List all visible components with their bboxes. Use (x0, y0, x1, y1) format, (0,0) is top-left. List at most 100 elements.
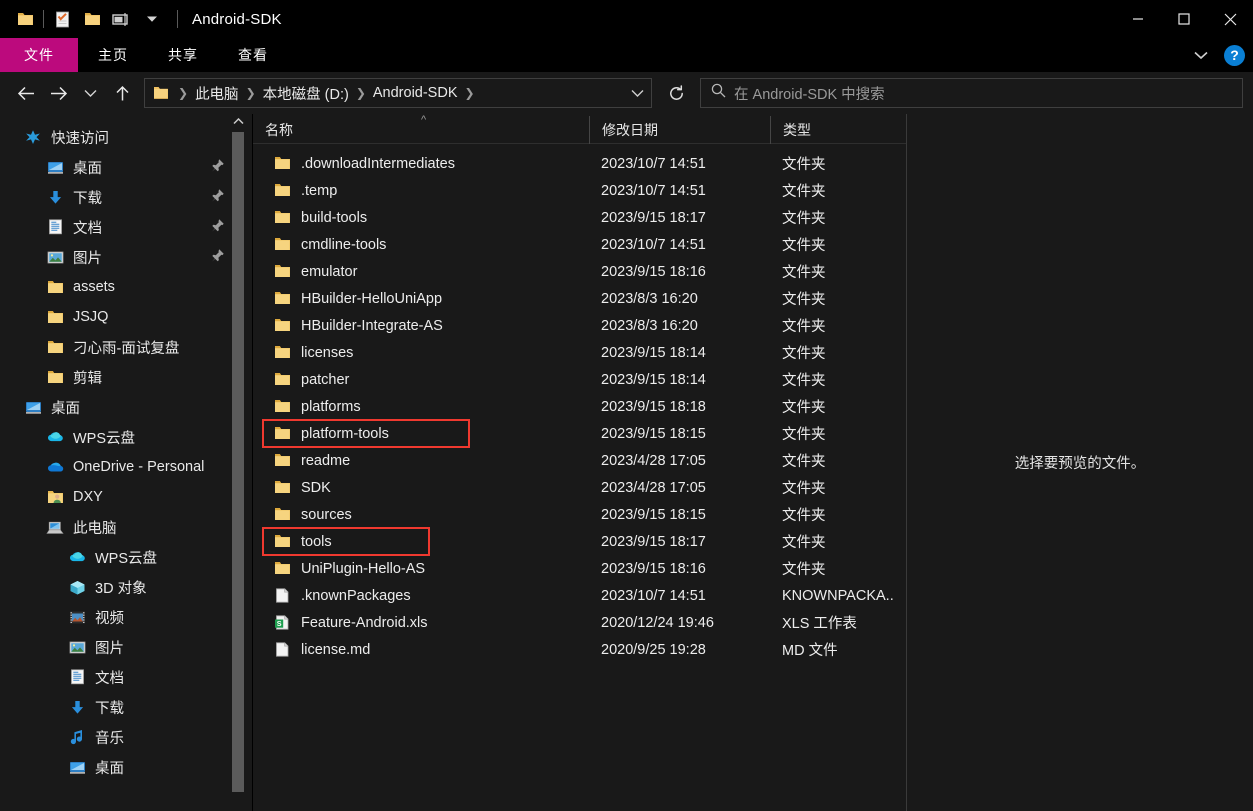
sidebar-item-8[interactable]: 剪辑 (0, 362, 252, 392)
close-button[interactable] (1207, 0, 1253, 38)
qat-dropdown-icon[interactable] (137, 4, 167, 34)
table-row[interactable]: .knownPackages 2023/10/7 14:51 KNOWNPACKA.… (253, 582, 906, 609)
pin-icon[interactable] (210, 188, 226, 207)
sidebar-item-2[interactable]: 下载 (0, 182, 252, 212)
column-header-date[interactable]: 修改日期 (589, 115, 770, 144)
star-icon (22, 129, 44, 145)
table-row[interactable]: build-tools 2023/9/15 18:17 文件夹 (253, 204, 906, 231)
file-date-cell: 2023/9/15 18:17 (601, 209, 706, 226)
table-row[interactable]: SDK 2023/4/28 17:05 文件夹 (253, 474, 906, 501)
sidebar-item-19[interactable]: 下载 (0, 692, 252, 722)
file-date-cell: 2023/9/15 18:14 (601, 371, 706, 388)
address-bar[interactable]: ❯ 此电脑 ❯ 本地磁盘 (D:) ❯ Android-SDK ❯ (144, 78, 652, 108)
sidebar-item-13[interactable]: 此电脑 (0, 512, 252, 542)
column-header-name[interactable]: ^ 名称 (253, 114, 589, 144)
table-row[interactable]: HBuilder-HelloUniApp 2023/8/3 16:20 文件夹 (253, 285, 906, 312)
file-type-cell: 文件夹 (782, 427, 826, 443)
new-folder-icon[interactable] (77, 4, 107, 34)
table-row[interactable]: license.md 2020/9/25 19:28 MD 文件 (253, 636, 906, 663)
tab-share[interactable]: 共享 (148, 38, 218, 72)
minimize-button[interactable] (1115, 0, 1161, 38)
breadcrumb-item-2[interactable]: Android-SDK (369, 85, 462, 101)
tab-view[interactable]: 查看 (218, 38, 288, 72)
file-date-cell: 2023/4/28 17:05 (601, 479, 706, 496)
sidebar-item-3[interactable]: 文档 (0, 212, 252, 242)
navigation-bar: ❯ 此电脑 ❯ 本地磁盘 (D:) ❯ Android-SDK ❯ 在 Andr… (0, 72, 1253, 114)
breadcrumb-item-1[interactable]: 本地磁盘 (D:) (259, 83, 353, 104)
sidebar-item-10[interactable]: WPS云盘 (0, 422, 252, 452)
search-input[interactable]: 在 Android-SDK 中搜索 (700, 78, 1243, 108)
refresh-button[interactable] (660, 78, 692, 108)
wps-cloud-icon (66, 550, 88, 564)
sidebar-item-17[interactable]: 图片 (0, 632, 252, 662)
sidebar-item-16[interactable]: 视频 (0, 602, 252, 632)
folder-icon[interactable] (10, 4, 40, 34)
table-row[interactable]: patcher 2023/9/15 18:14 文件夹 (253, 366, 906, 393)
sidebar-item-15[interactable]: 3D 对象 (0, 572, 252, 602)
table-row[interactable]: licenses 2023/9/15 18:14 文件夹 (253, 339, 906, 366)
sidebar-item-14[interactable]: WPS云盘 (0, 542, 252, 572)
table-row[interactable]: .downloadIntermediates 2023/10/7 14:51 文件夹 (253, 150, 906, 177)
svg-text:S: S (277, 619, 282, 628)
sidebar-item-0[interactable]: 快速访问 (0, 122, 252, 152)
table-row[interactable]: .temp 2023/10/7 14:51 文件夹 (253, 177, 906, 204)
table-row[interactable]: platforms 2023/9/15 18:18 文件夹 (253, 393, 906, 420)
sidebar-item-5[interactable]: assets (0, 272, 252, 302)
pin-icon[interactable] (210, 158, 226, 177)
breadcrumb-separator[interactable]: ❯ (353, 86, 369, 100)
sidebar-item-4[interactable]: 图片 (0, 242, 252, 272)
table-row[interactable]: S Feature-Android.xls 2020/12/24 19:46 XLS … (253, 609, 906, 636)
sidebar-item-11[interactable]: OneDrive - Personal (0, 452, 252, 482)
table-row[interactable]: tools 2023/9/15 18:17 文件夹 (253, 527, 906, 556)
pin-icon[interactable] (210, 218, 226, 237)
up-button[interactable] (106, 78, 138, 108)
address-dropdown-icon[interactable] (623, 78, 651, 108)
sidebar-item-label: WPS云盘 (95, 550, 158, 567)
sidebar-item-9[interactable]: 桌面 (0, 392, 252, 422)
sidebar-item-20[interactable]: 音乐 (0, 722, 252, 752)
sidebar-scrollbar-thumb[interactable] (232, 132, 244, 792)
maximize-button[interactable] (1161, 0, 1207, 38)
table-row[interactable]: emulator 2023/9/15 18:16 文件夹 (253, 258, 906, 285)
sidebar-item-6[interactable]: JSJQ (0, 302, 252, 332)
help-button[interactable]: ? (1224, 44, 1245, 66)
folder-icon (44, 310, 66, 325)
table-row[interactable]: sources 2023/9/15 18:15 文件夹 (253, 501, 906, 528)
file-name-cell: sources (253, 507, 589, 523)
forward-button[interactable] (42, 78, 74, 108)
breadcrumb-item-0[interactable]: 此电脑 (191, 83, 243, 104)
column-header-type[interactable]: 类型 (770, 115, 899, 144)
file-rows: .downloadIntermediates 2023/10/7 14:51 文件夹… (253, 144, 906, 811)
pictures-icon (66, 640, 88, 655)
breadcrumb-separator[interactable]: ❯ (243, 86, 259, 100)
table-row[interactable]: readme 2023/4/28 17:05 文件夹 (253, 447, 906, 474)
sidebar-item-12[interactable]: DXY (0, 482, 252, 512)
file-type-cell: 文件夹 (782, 238, 826, 254)
tab-file[interactable]: 文件 (0, 38, 78, 72)
column-header-type-label: 类型 (783, 121, 811, 138)
table-row[interactable]: platform-tools 2023/9/15 18:15 文件夹 (253, 419, 906, 448)
table-row[interactable]: HBuilder-Integrate-AS 2023/8/3 16:20 文件夹 (253, 312, 906, 339)
file-name-label: emulator (301, 263, 358, 280)
back-button[interactable] (10, 78, 42, 108)
sidebar-item-21[interactable]: 桌面 (0, 752, 252, 782)
search-icon (711, 83, 726, 103)
sidebar-scroll-up-button[interactable] (232, 114, 244, 128)
sidebar-item-7[interactable]: 刁心雨-面试复盘 (0, 332, 252, 362)
properties-icon[interactable] (47, 4, 77, 34)
sidebar-item-1[interactable]: 桌面 (0, 152, 252, 182)
tab-home[interactable]: 主页 (78, 38, 148, 72)
table-row[interactable]: UniPlugin-Hello-AS 2023/9/15 18:16 文件夹 (253, 555, 906, 582)
preview-empty-text: 选择要预览的文件。 (1014, 456, 1146, 472)
sidebar-item-label: 3D 对象 (95, 580, 147, 597)
sidebar-item-label: 桌面 (73, 160, 102, 177)
file-name-cell: license.md (253, 642, 589, 658)
chevron-down-icon[interactable] (1188, 42, 1214, 68)
sidebar-item-18[interactable]: 文档 (0, 662, 252, 692)
table-row[interactable]: cmdline-tools 2023/10/7 14:51 文件夹 (253, 231, 906, 258)
pin-icon[interactable] (210, 248, 226, 267)
customize-qat-icon[interactable] (107, 4, 137, 34)
column-header-row: ^ 名称 修改日期 类型 (253, 114, 906, 144)
recent-locations-button[interactable] (74, 78, 106, 108)
breadcrumb-separator[interactable]: ❯ (462, 86, 478, 100)
